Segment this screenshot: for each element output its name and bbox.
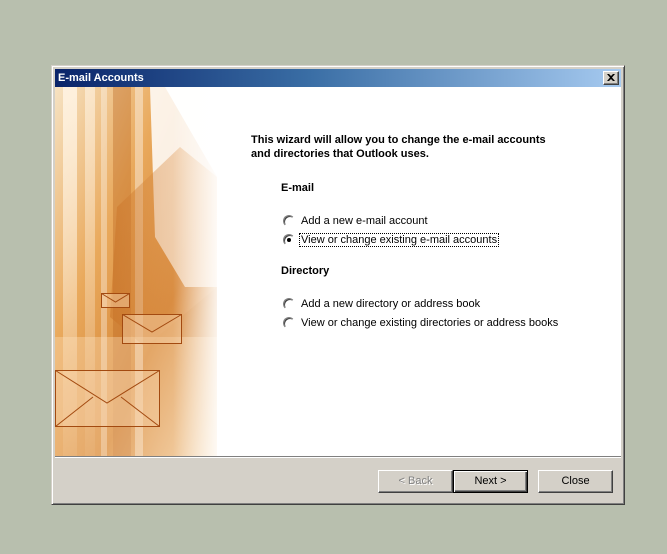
radio-view-change-email-accounts[interactable]: View or change existing e-mail accounts [283,232,500,248]
close-button[interactable]: Close [538,470,613,493]
footer-separator [55,456,621,458]
email-accounts-dialog: E-mail Accounts This wizard will allow y… [51,65,625,505]
radio-button[interactable] [283,298,295,310]
radio-view-change-directories[interactable]: View or change existing directories or a… [283,315,559,331]
title-bar[interactable]: E-mail Accounts [55,69,621,87]
radio-label: View or change existing directories or a… [301,317,559,329]
radio-add-directory[interactable]: Add a new directory or address book [283,296,481,312]
radio-button[interactable] [283,317,295,329]
window-title: E-mail Accounts [58,72,144,84]
back-button[interactable]: < Back [378,470,453,493]
envelope-icon [101,293,130,308]
radio-label: Add a new e-mail account [301,215,428,227]
radio-button[interactable] [283,215,295,227]
wizard-content: This wizard will allow you to change the… [55,87,621,456]
radio-button[interactable] [283,234,295,246]
wizard-intro-text: This wizard will allow you to change the… [251,134,546,160]
radio-add-email-account[interactable]: Add a new e-mail account [283,213,429,229]
email-section-label: E-mail [281,182,315,194]
next-button[interactable]: Next > [453,470,528,493]
envelope-artwork-image [55,87,217,456]
radio-label: View or change existing e-mail accounts [298,233,500,247]
envelope-icon [122,314,182,344]
directory-section-label: Directory [281,265,330,277]
close-icon [607,74,615,81]
radio-label: Add a new directory or address book [301,298,481,310]
envelope-icon [55,370,160,427]
wizard-artwork [55,87,217,456]
close-window-button[interactable] [603,71,619,85]
